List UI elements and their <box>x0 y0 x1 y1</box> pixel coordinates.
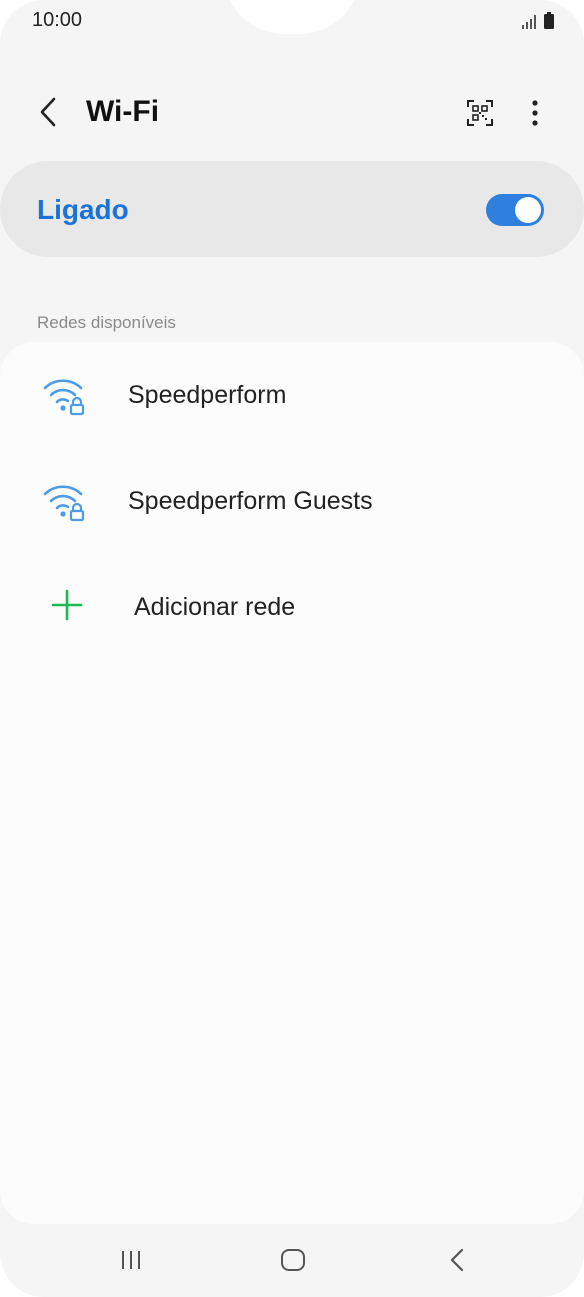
wifi-locked-icon <box>43 379 85 416</box>
home-icon <box>281 1249 305 1271</box>
more-vert-icon <box>532 100 538 126</box>
nav-back-button[interactable] <box>437 1242 477 1278</box>
add-network-label: Adicionar rede <box>134 593 296 621</box>
battery-icon <box>544 12 554 29</box>
home-button[interactable] <box>273 1242 313 1278</box>
wifi-locked-icon <box>43 485 85 522</box>
more-options-button[interactable] <box>518 95 552 131</box>
qr-code-icon <box>467 100 493 126</box>
network-name: Speedperform <box>128 381 287 409</box>
app-header: Wi-Fi <box>0 78 584 148</box>
plus-icon <box>51 589 83 621</box>
network-item[interactable]: Speedperform Guests <box>0 448 584 554</box>
back-icon <box>450 1248 464 1272</box>
available-networks-header: Redes disponíveis <box>37 313 176 332</box>
back-button[interactable] <box>30 92 66 132</box>
recents-button[interactable] <box>111 1242 151 1278</box>
recents-icon <box>122 1251 140 1269</box>
back-arrow-icon <box>40 97 56 127</box>
switch-knob <box>515 197 541 223</box>
wifi-toggle-row[interactable]: Ligado <box>0 161 584 257</box>
signal-icon <box>522 15 536 29</box>
page-title: Wi-Fi <box>86 95 160 128</box>
status-bar: 10:00 <box>0 0 584 44</box>
phone-screen: 10:00 Wi-Fi Ligado Redes disponíveis Spe… <box>0 0 584 1297</box>
navigation-bar <box>0 1224 584 1297</box>
network-item[interactable]: Speedperform <box>0 342 584 448</box>
network-name: Speedperform Guests <box>128 487 373 515</box>
status-time: 10:00 <box>32 9 83 31</box>
add-network-button[interactable]: Adicionar rede <box>0 554 584 660</box>
status-icons <box>522 12 554 29</box>
network-list: Speedperform Speedperform Guests Adicion… <box>0 342 584 1224</box>
qr-scan-button[interactable] <box>462 95 498 131</box>
wifi-toggle-label: Ligado <box>37 194 129 225</box>
wifi-switch[interactable] <box>486 194 544 226</box>
